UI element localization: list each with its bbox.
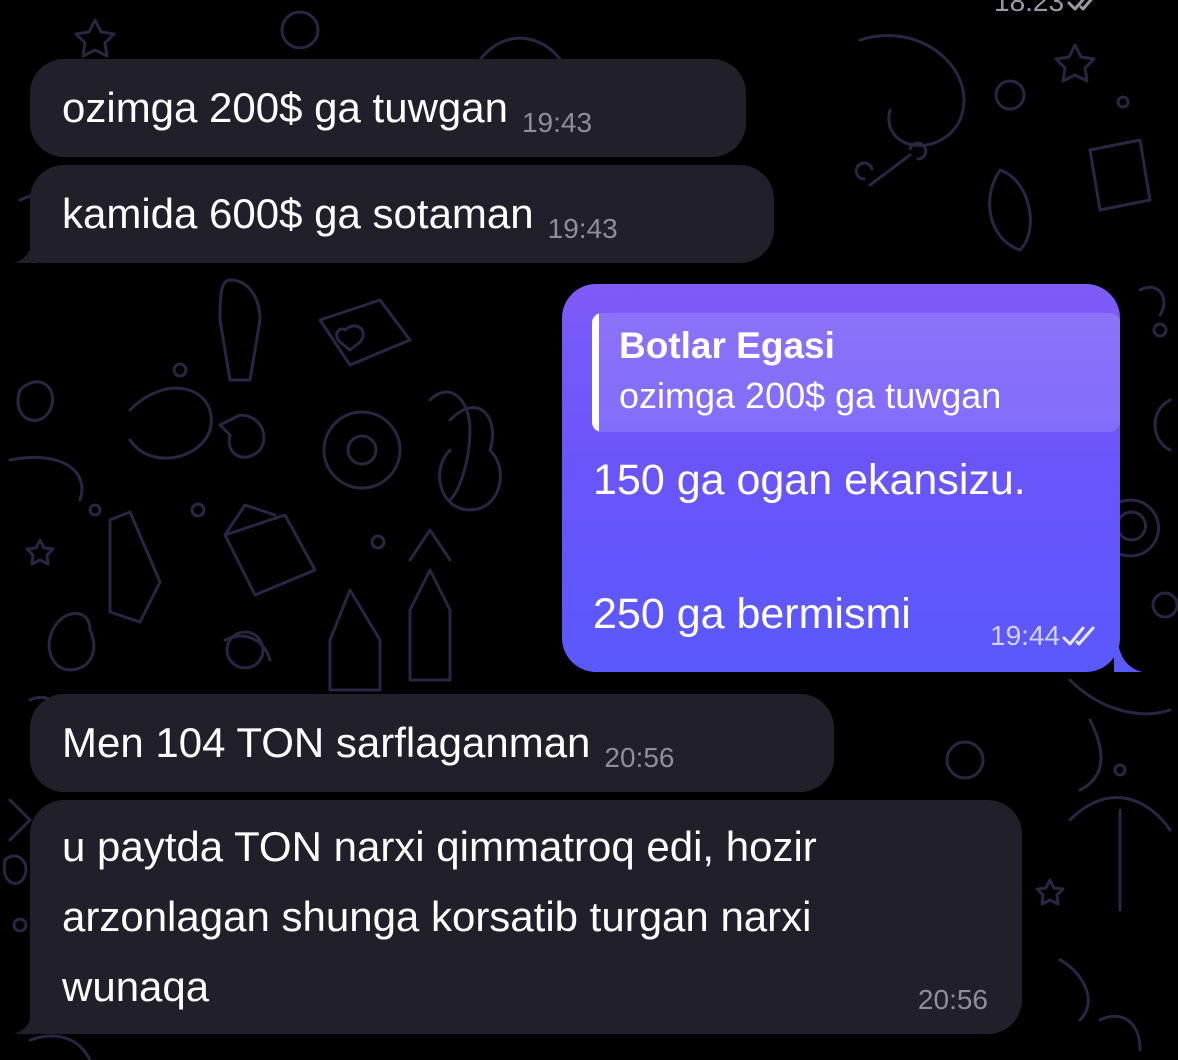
message-text-line: 150 ga ogan ekansizu. xyxy=(593,456,1026,504)
message-time: 20:56 xyxy=(604,742,675,773)
previous-message-status: 18:23 xyxy=(994,0,1106,18)
message-time: 19:44 xyxy=(990,620,1061,651)
message-time: 20:56 xyxy=(917,984,988,1015)
message-text-line: arzonlagan shunga korsatib turgan narxi xyxy=(62,893,812,940)
message-text-line: wunaqa xyxy=(62,963,210,1010)
reply-quote[interactable]: Botlar Egasi ozimga 200$ ga tuwgan xyxy=(592,313,1120,432)
bubble-tail xyxy=(14,1004,38,1034)
reply-quote-bar xyxy=(592,313,599,432)
incoming-message[interactable]: ozimga 200$ ga tuwgan 19:43 xyxy=(30,59,746,157)
message-time: 19:43 xyxy=(521,107,593,138)
message-text-line: u paytda TON narxi qimmatroq edi, hozir xyxy=(62,823,817,870)
outgoing-message[interactable]: Botlar Egasi ozimga 200$ ga tuwgan 150 g… xyxy=(562,284,1142,672)
double-check-icon xyxy=(1067,0,1093,11)
message-text: Men 104 TON sarflaganman xyxy=(62,719,591,766)
incoming-message[interactable]: u paytda TON narxi qimmatroq edi, hozir … xyxy=(14,800,1022,1034)
message-text-line: 250 ga bermismi xyxy=(593,590,911,638)
incoming-message[interactable]: Men 104 TON sarflaganman 20:56 xyxy=(30,694,834,792)
message-time: 19:43 xyxy=(547,213,618,244)
incoming-message[interactable]: kamida 600$ ga sotaman 19:43 xyxy=(14,165,774,263)
message-text: kamida 600$ ga sotaman xyxy=(62,190,534,237)
previous-message-time: 18:23 xyxy=(994,0,1065,17)
bubble-tail xyxy=(1114,642,1142,672)
reply-quoted-text: ozimga 200$ ga tuwgan xyxy=(619,375,1002,416)
message-status: 19:44 xyxy=(990,620,1104,652)
reply-author: Botlar Egasi xyxy=(619,325,835,366)
message-text: ozimga 200$ ga tuwgan xyxy=(62,84,508,131)
bubble-tail xyxy=(14,233,38,263)
double-check-icon xyxy=(1062,626,1095,646)
